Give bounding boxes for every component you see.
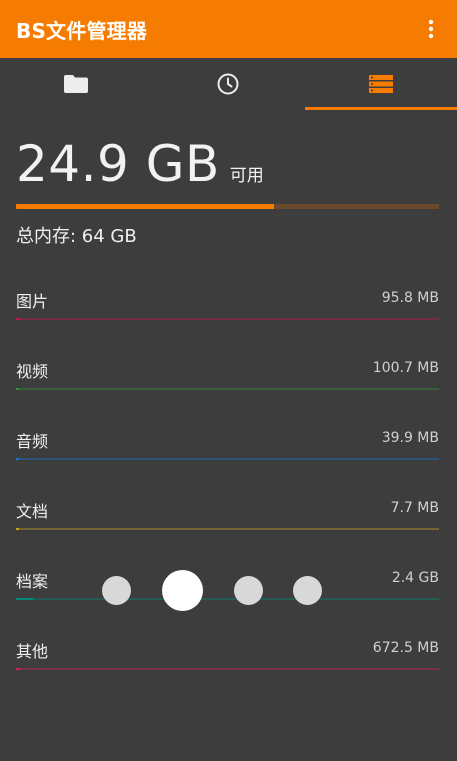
category-size: 100.7 MB <box>372 360 439 376</box>
category-name: 其他 <box>16 642 49 661</box>
tab-files[interactable] <box>0 58 152 110</box>
category-size: 672.5 MB <box>372 640 439 656</box>
app-bar: BS文件管理器 <box>0 0 457 58</box>
category-bar <box>16 598 439 600</box>
category-videos[interactable]: 视频 100.7 MB <box>16 358 439 398</box>
tab-storage[interactable] <box>304 58 457 110</box>
category-name: 视频 <box>16 362 49 381</box>
category-documents[interactable]: 文档 7.7 MB <box>16 498 439 538</box>
category-bar-fill <box>16 388 19 390</box>
storage-usage-bar <box>16 204 439 209</box>
free-space-value: 24.9 GB <box>16 135 220 193</box>
category-size: 2.4 GB <box>391 570 439 586</box>
free-space: 24.9 GB 可用 <box>16 136 264 192</box>
category-bar <box>16 318 439 320</box>
category-name: 文档 <box>16 502 49 521</box>
app-title: BS文件管理器 <box>16 18 148 43</box>
category-bar-fill <box>16 668 21 670</box>
category-name: 音频 <box>16 432 49 451</box>
category-bar <box>16 458 439 460</box>
category-size: 39.9 MB <box>381 430 439 446</box>
free-space-label: 可用 <box>229 166 264 186</box>
category-bar-fill <box>16 458 19 460</box>
tab-bar <box>0 58 457 110</box>
category-bar-fill <box>16 528 19 530</box>
folder-icon <box>64 75 89 93</box>
category-size: 7.7 MB <box>390 500 439 516</box>
storage-usage-fill <box>16 204 275 209</box>
total-storage: 总内存: 64 GB <box>16 226 137 247</box>
category-images[interactable]: 图片 95.8 MB <box>16 288 439 328</box>
category-size: 95.8 MB <box>381 290 439 306</box>
category-bar <box>16 388 439 390</box>
category-audio[interactable]: 音频 39.9 MB <box>16 428 439 468</box>
category-bar <box>16 528 439 530</box>
more-vert-icon <box>428 19 434 39</box>
category-bar-fill <box>16 598 33 600</box>
storage-icon <box>368 75 393 93</box>
category-name: 图片 <box>16 292 49 311</box>
category-bar-fill <box>16 318 19 320</box>
more-options-button[interactable] <box>419 17 443 41</box>
category-archives[interactable]: 档案 2.4 GB <box>16 568 439 608</box>
category-bar <box>16 668 439 670</box>
tab-recent[interactable] <box>152 58 304 110</box>
category-other[interactable]: 其他 672.5 MB <box>16 638 439 678</box>
category-name: 档案 <box>16 572 49 591</box>
clock-icon <box>217 73 239 95</box>
